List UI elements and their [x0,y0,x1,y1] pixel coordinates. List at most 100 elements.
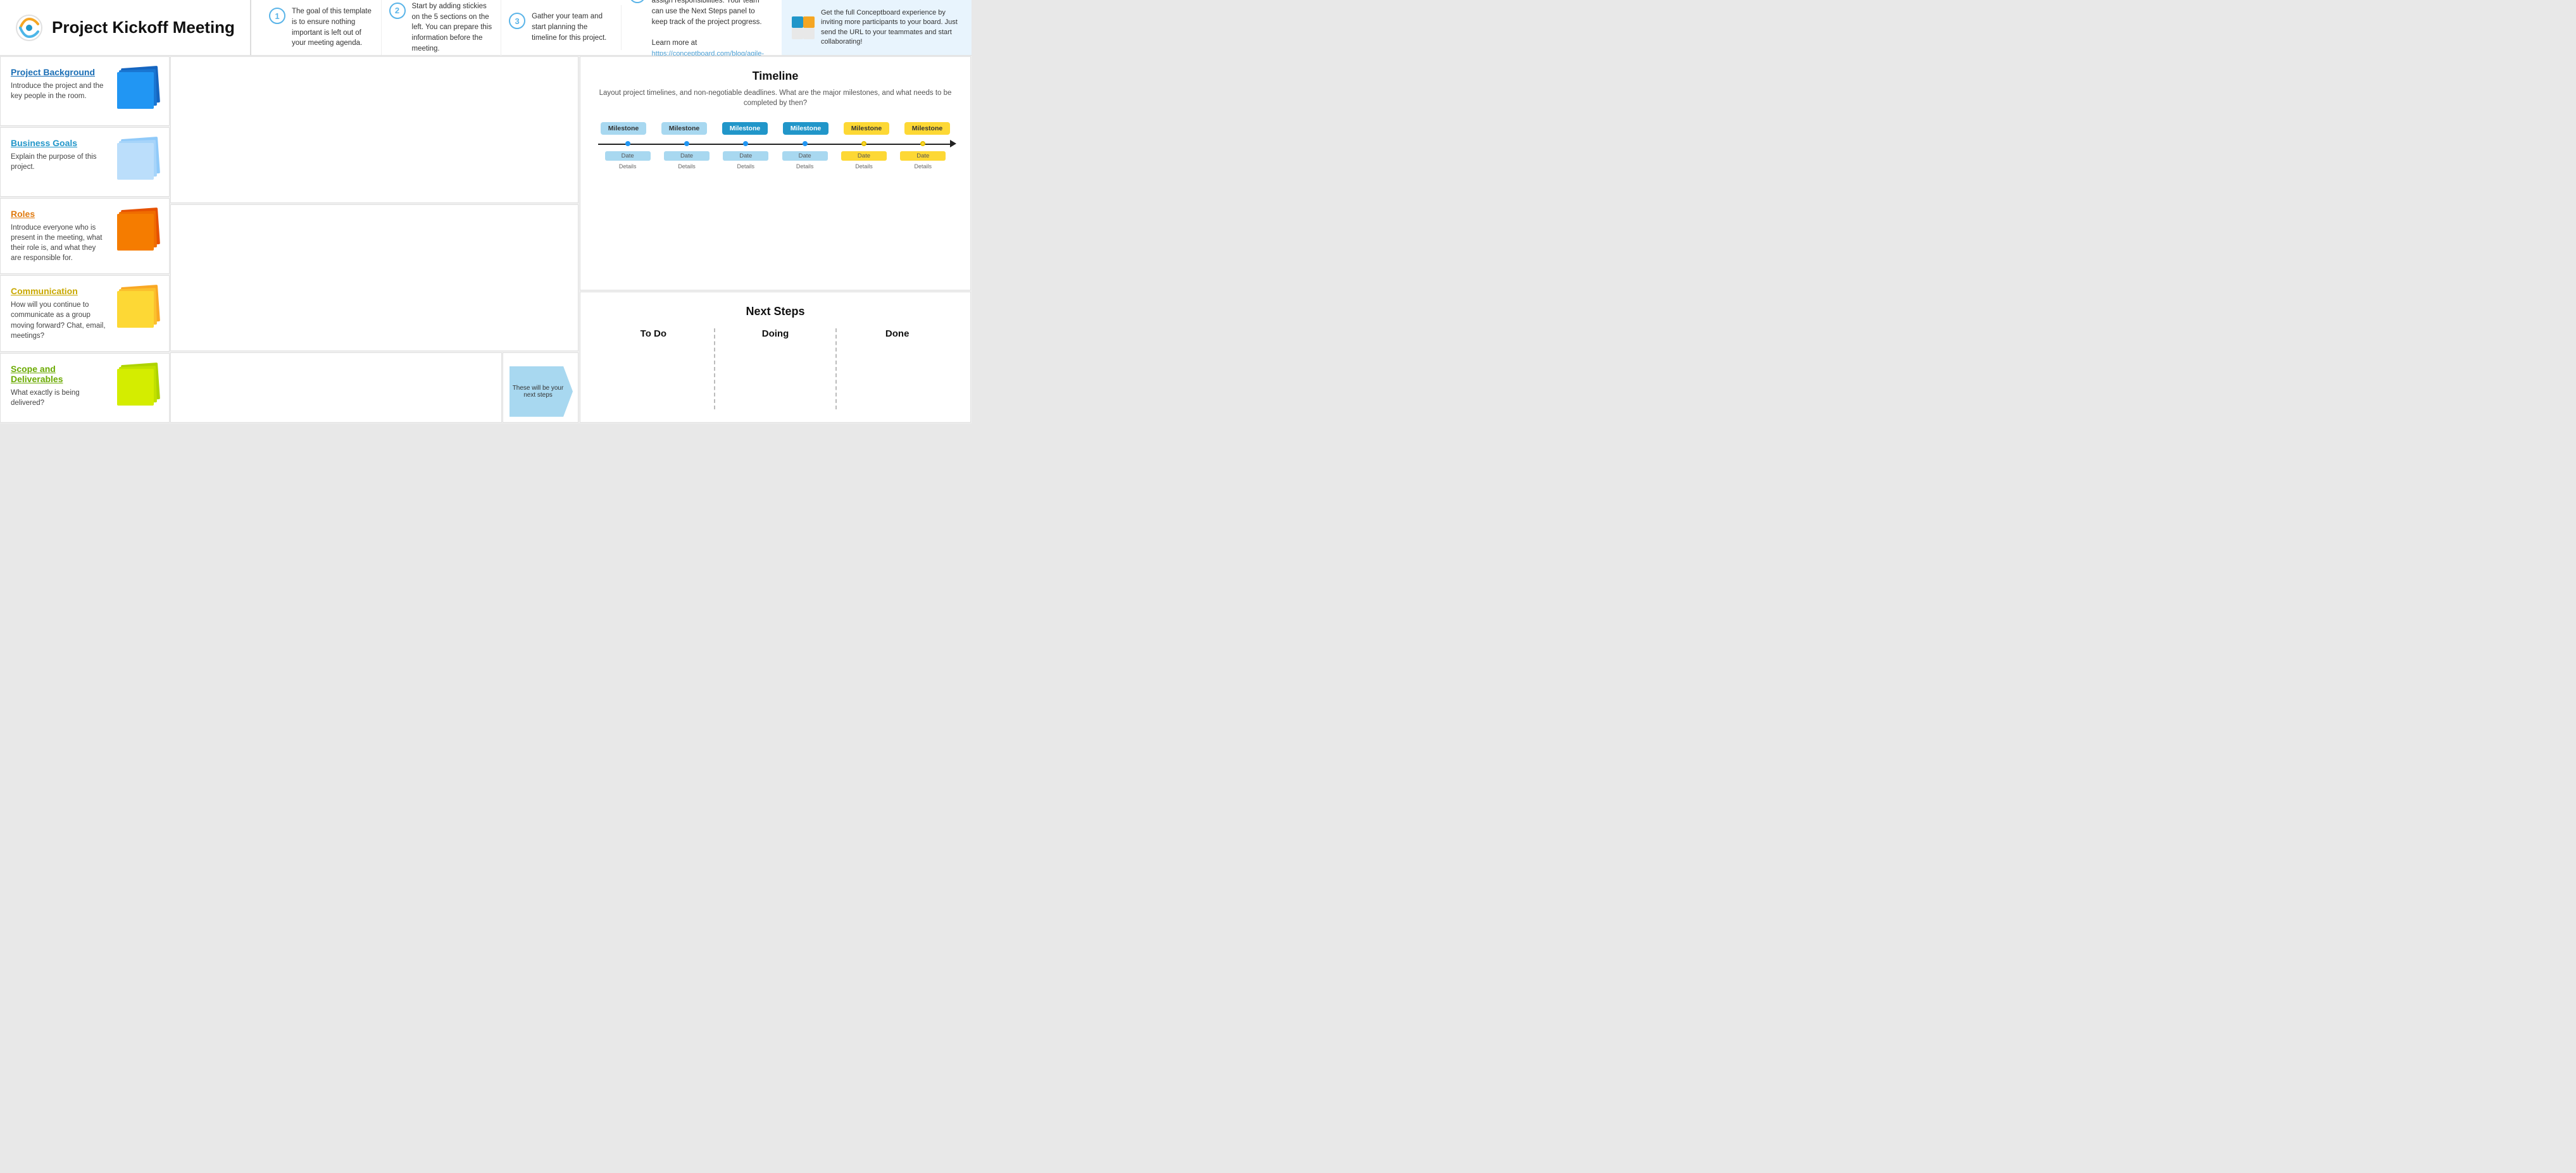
milestone-2: Milestone [661,122,707,135]
timeline-dot-3 [743,141,748,146]
step-3: 3 Gather your team and start planning th… [501,5,622,49]
step-1-text: The goal of this template is to ensure n… [292,6,373,49]
timeline-axis [598,139,953,149]
nextsteps-columns: To Do Doing Done [593,328,958,409]
sticky-green-3 [117,369,154,406]
promo-icon [792,16,815,39]
nextsteps-title: Next Steps [593,305,958,318]
panel-project-background-label: Project Background [11,67,107,77]
milestone-1: Milestone [601,122,646,135]
logo-icon [15,14,43,42]
milestone-5: Milestone [844,122,889,135]
panel-communication-text: Communication How will you continue to c… [11,286,107,340]
panel-scope-deliverables-label: Scope and Deliverables [11,364,107,384]
panel-roles-text: Roles Introduce everyone who is present … [11,209,107,263]
step-4-num: 4 [629,0,646,3]
panel-roles: Roles Introduce everyone who is present … [0,198,170,274]
left-panels: Project Background Introduce the project… [0,56,170,423]
arrow-next-steps: These will be your next steps [510,366,573,417]
panel-roles-label: Roles [11,209,107,219]
step-1: 1 The goal of this template is to ensure… [261,0,382,55]
center-bottom-left-panel [170,352,502,423]
promo-text: Get the full Conceptboard experience by … [821,8,961,47]
nextstep-col-doing: Doing [715,328,837,409]
milestone-3: Milestone [722,122,768,135]
milestone-4: Milestone [783,122,828,135]
timeline-dot-2 [684,141,689,146]
date-4: Date [782,151,828,161]
panel-communication: Communication How will you continue to c… [0,275,170,351]
nextstep-todo-label: To Do [641,328,666,339]
center-column: These will be your next steps [170,56,579,423]
timeline-dot-5 [861,141,866,146]
center-top-panel [170,56,578,203]
timeline-dot-4 [803,141,808,146]
detail-5: Details [841,163,887,170]
main-canvas: Project Background Introduce the project… [0,56,972,423]
timeline-milestones: Milestone Milestone Milestone Milestone … [593,122,958,135]
detail-4: Details [782,163,828,170]
date-2: Date [664,151,710,161]
timeline-title: Timeline [593,70,958,83]
sticky-blue-3 [117,72,154,109]
detail-6: Details [900,163,946,170]
timeline-dates: Date Date Date Date Date Date [598,151,953,161]
date-3: Date [723,151,768,161]
panel-business-goals: Business Goals Explain the purpose of th… [0,127,170,197]
detail-3: Details [723,163,768,170]
detail-2: Details [664,163,710,170]
page-title: Project Kickoff Meeting [52,18,235,37]
stickies-yellow [115,286,159,330]
stickies-blue [115,67,159,111]
step-2: 2 Start by adding stickies on the 5 sect… [382,0,502,60]
header-steps: 1 The goal of this template is to ensure… [251,0,782,55]
panel-business-goals-label: Business Goals [11,138,107,148]
date-6: Date [900,151,946,161]
panel-scope-deliverables-desc: What exactly is being delivered? [11,388,107,408]
panel-communication-label: Communication [11,286,107,296]
step-3-text: Gather your team and start planning the … [532,11,613,43]
sticky-lblue-3 [117,143,154,180]
panel-roles-desc: Introduce everyone who is present in the… [11,223,107,263]
header-promo: Get the full Conceptboard experience by … [782,0,972,55]
stickies-orange [115,209,159,253]
date-5: Date [841,151,887,161]
timeline-dot-6 [920,141,925,146]
panel-business-goals-desc: Explain the purpose of this project. [11,152,107,172]
panel-project-background: Project Background Introduce the project… [0,56,170,126]
nextstep-done-label: Done [885,328,910,339]
nextstep-doing-label: Doing [762,328,789,339]
detail-1: Details [605,163,651,170]
timeline-section: Timeline Layout project timelines, and n… [580,56,971,290]
milestone-6: Milestone [904,122,950,135]
step-1-num: 1 [269,8,285,24]
nextstep-col-todo: To Do [593,328,715,409]
stickies-lblue [115,138,159,182]
panel-project-background-desc: Introduce the project and the key people… [11,81,107,101]
nextsteps-section: Next Steps To Do Doing Done [580,292,971,423]
step-2-num: 2 [389,3,406,19]
date-1: Date [605,151,651,161]
step-2-text: Start by adding stickies on the 5 sectio… [412,1,494,54]
center-mid-panel [170,204,578,351]
panel-business-goals-text: Business Goals Explain the purpose of th… [11,138,107,172]
panel-communication-desc: How will you continue to communicate as … [11,300,107,340]
header-logo: Project Kickoff Meeting [0,0,251,55]
timeline-dots [598,141,953,146]
timeline-details: Details Details Details Details Details … [598,163,953,170]
nextstep-col-done: Done [837,328,958,409]
panel-project-background-text: Project Background Introduce the project… [11,67,107,101]
stickies-green [115,364,159,408]
arrow-body: These will be your next steps [510,366,573,417]
center-bottom-right-panel: These will be your next steps [503,352,578,423]
arrow-text: These will be your next steps [510,385,573,399]
panel-scope-deliverables-text: Scope and Deliverables What exactly is b… [11,364,107,408]
right-column: Timeline Layout project timelines, and n… [579,56,972,423]
panel-scope-deliverables: Scope and Deliverables What exactly is b… [0,353,170,423]
center-bottom-wrapper: These will be your next steps [170,352,579,423]
sticky-yellow-3 [117,291,154,328]
timeline-subtitle: Layout project timelines, and non-negoti… [593,88,958,108]
timeline-dot-1 [625,141,630,146]
sticky-orange-3 [117,214,154,251]
header: Project Kickoff Meeting 1 The goal of th… [0,0,972,56]
